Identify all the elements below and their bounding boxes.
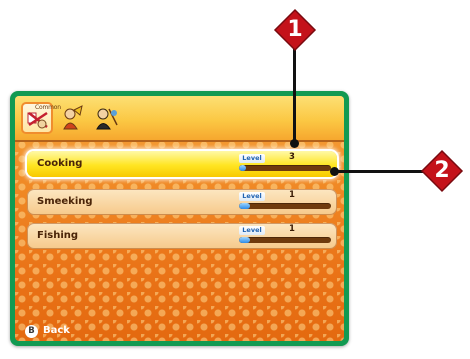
skill-name: Cooking <box>37 158 83 169</box>
callout-2-leader <box>335 170 430 173</box>
skill-row-cooking[interactable]: Cooking Level 3 <box>27 151 337 177</box>
callout-1-pointer-dot <box>290 139 299 148</box>
experience-fill <box>239 203 251 209</box>
skill-row-smeeking[interactable]: Smeeking Level 1 <box>27 189 337 215</box>
skill-name: Smeeking <box>37 196 93 207</box>
level-value: 1 <box>289 224 295 234</box>
level-label: Level <box>239 192 265 201</box>
callout-2-marker: 2 <box>420 149 464 193</box>
experience-fill <box>239 237 251 243</box>
callout-2-pointer-dot <box>330 167 339 176</box>
adventurer-icon <box>63 105 83 130</box>
back-label: Back <box>43 325 70 336</box>
guide-figure: Common Cooking Level 3 Smeeking Level 1 … <box>0 0 470 359</box>
skill-row-fishing[interactable]: Fishing Level 1 <box>27 223 337 249</box>
callout-1-leader <box>293 46 296 142</box>
tab-profession-2[interactable] <box>57 102 89 134</box>
b-button-icon: B <box>25 325 38 338</box>
experience-bar <box>239 203 331 209</box>
level-label: Level <box>239 154 265 163</box>
tab-common[interactable]: Common <box>21 102 61 134</box>
skills-screen: Common Cooking Level 3 Smeeking Level 1 … <box>10 91 349 346</box>
experience-bar <box>239 165 331 171</box>
skill-name: Fishing <box>37 230 79 241</box>
callout-2-number: 2 <box>434 158 450 183</box>
experience-fill <box>239 165 247 171</box>
callout-1-number: 1 <box>287 17 303 42</box>
level-label: Level <box>239 226 265 235</box>
tab-profession-3[interactable] <box>91 102 123 134</box>
angler-icon <box>96 108 118 130</box>
level-value: 1 <box>289 190 295 200</box>
experience-bar <box>239 237 331 243</box>
callout-1-marker: 1 <box>273 8 317 52</box>
level-value: 3 <box>289 152 295 162</box>
chef-icon <box>27 111 48 129</box>
